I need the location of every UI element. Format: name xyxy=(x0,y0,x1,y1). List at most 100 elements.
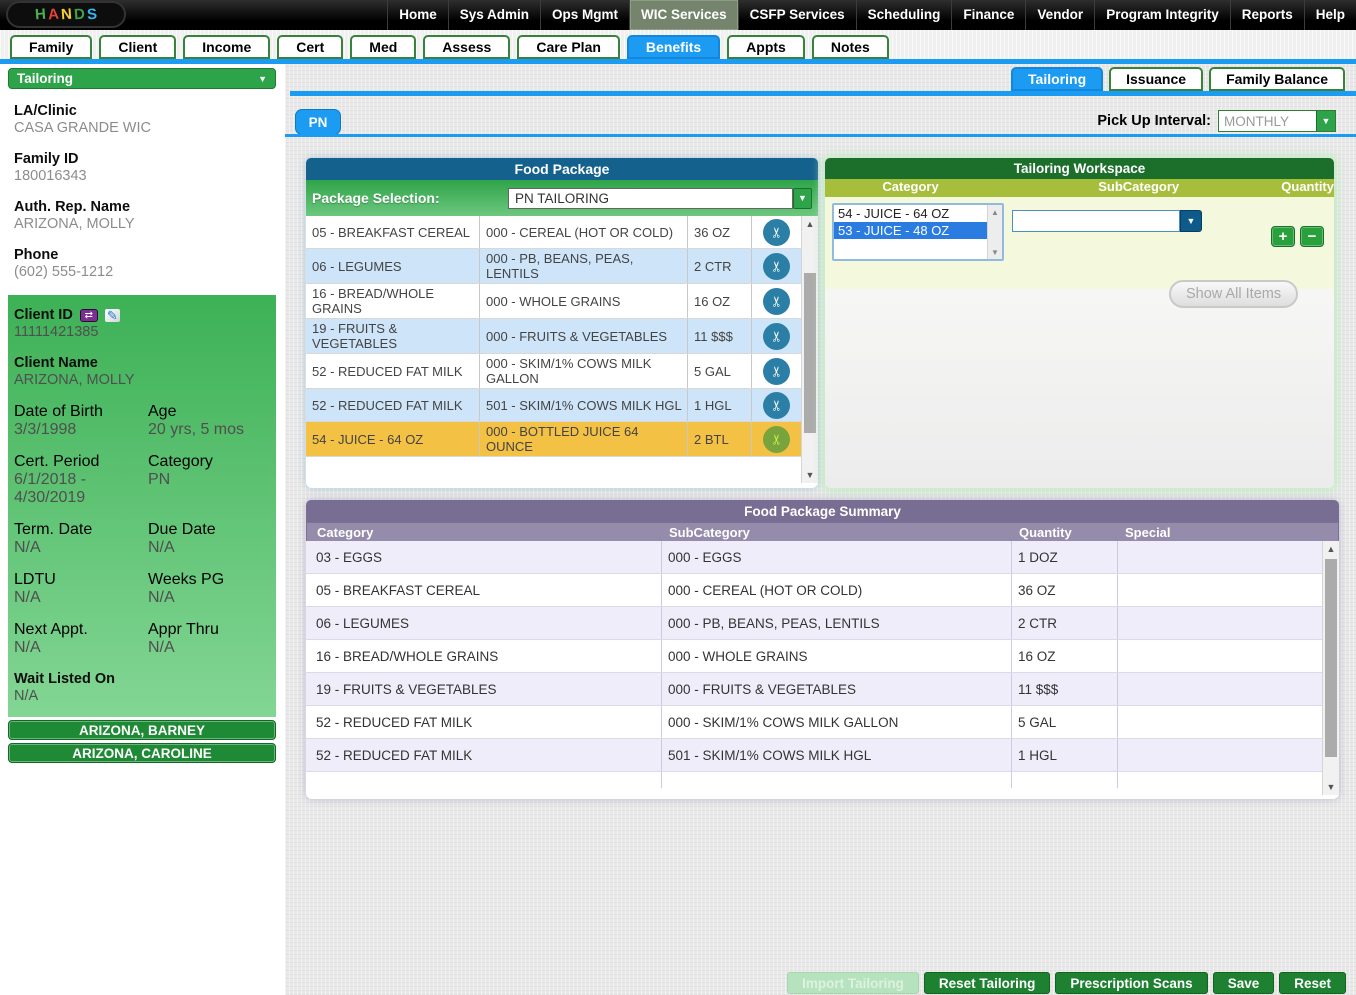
sum-quantity: 36 OZ xyxy=(1012,574,1118,606)
scroll-up-icon[interactable]: ▲ xyxy=(802,216,818,232)
food-package-row[interactable]: 05 - BREAKFAST CEREAL 000 - CEREAL (HOT … xyxy=(306,216,801,249)
food-package-row[interactable]: 06 - LEGUMES 000 - PB, BEANS, PEAS, LENT… xyxy=(306,249,801,284)
tab-care-plan[interactable]: Care Plan xyxy=(517,35,620,59)
scrollbar-thumb[interactable] xyxy=(804,273,816,433)
food-package-panel: Food Package Package Selection: PN TAILO… xyxy=(306,158,818,488)
tailor-scissors-button[interactable]: ✂ xyxy=(763,218,790,246)
summary-row-partial xyxy=(306,772,1322,788)
subtab-issuance[interactable]: Issuance xyxy=(1109,67,1204,91)
fp-subcategory: 000 - BOTTLED JUICE 64 OUNCE xyxy=(480,422,688,456)
scroll-up-icon[interactable]: ▲ xyxy=(1323,541,1339,557)
nav-csfp-services[interactable]: CSFP Services xyxy=(737,0,856,30)
tailor-scissors-button[interactable]: ✂ xyxy=(763,322,790,350)
tab-notes[interactable]: Notes xyxy=(811,35,889,59)
family-member-button-caroline[interactable]: ARIZONA, CAROLINE xyxy=(8,743,276,763)
tab-cert[interactable]: Cert xyxy=(277,35,344,59)
reset-button[interactable]: Reset xyxy=(1279,972,1346,994)
summary-row: 05 - BREAKFAST CEREAL 000 - CEREAL (HOT … xyxy=(306,574,1322,607)
sidebar-section-label: Tailoring xyxy=(17,71,73,86)
subtab-tailoring[interactable]: Tailoring xyxy=(1011,67,1104,91)
tailor-scissors-button[interactable]: ✂ xyxy=(763,252,790,280)
scroll-down-icon[interactable]: ▼ xyxy=(802,467,818,483)
tailor-scissors-button[interactable]: ✂ xyxy=(763,357,790,385)
due-date-value: N/A xyxy=(148,539,175,556)
tab-assess[interactable]: Assess xyxy=(423,35,511,59)
client-category-tab-pn[interactable]: PN xyxy=(295,109,341,135)
client-switch-icon[interactable]: ⇄ xyxy=(79,309,98,322)
edit-client-icon[interactable]: ✎ xyxy=(104,309,120,322)
fp-subcategory: 000 - SKIM/1% COWS MILK GALLON xyxy=(480,354,688,388)
workspace-subcategory-select[interactable]: ▼ xyxy=(1012,210,1202,232)
module-tab-strip: Family Client Income Cert Med Assess Car… xyxy=(0,30,1356,59)
prescription-scans-button[interactable]: Prescription Scans xyxy=(1055,972,1208,994)
subtab-family-balance[interactable]: Family Balance xyxy=(1209,67,1345,91)
fp-subcategory: 000 - FRUITS & VEGETABLES xyxy=(480,319,688,353)
nav-wic-services[interactable]: WIC Services xyxy=(629,0,738,30)
scroll-down-icon[interactable]: ▼ xyxy=(1323,779,1339,795)
sum-quantity: 1 HGL xyxy=(1012,739,1118,771)
quantity-increase-button[interactable]: + xyxy=(1271,226,1295,247)
food-package-scrollbar[interactable]: ▲ ▼ xyxy=(801,216,818,483)
chevron-down-icon[interactable]: ▼ xyxy=(1316,111,1335,131)
family-member-button-barney[interactable]: ARIZONA, BARNEY xyxy=(8,720,276,740)
sum-category: 05 - BREAKFAST CEREAL xyxy=(306,574,662,606)
nav-home[interactable]: Home xyxy=(387,0,448,30)
food-package-row[interactable]: 52 - REDUCED FAT MILK 000 - SKIM/1% COWS… xyxy=(306,354,801,389)
reset-tailoring-button[interactable]: Reset Tailoring xyxy=(923,972,1051,994)
nav-sys-admin[interactable]: Sys Admin xyxy=(447,0,540,30)
scroll-up-icon[interactable]: ▲ xyxy=(988,205,1002,219)
category-option[interactable]: 54 - JUICE - 64 OZ xyxy=(834,205,987,222)
sum-quantity: 11 $$$ xyxy=(1012,673,1118,705)
package-selection-select[interactable]: PN TAILORING ▼ xyxy=(508,187,812,209)
sum-category: 03 - EGGS xyxy=(306,541,662,573)
tab-med[interactable]: Med xyxy=(350,35,417,59)
logo-letter: D xyxy=(73,5,86,24)
tab-appts[interactable]: Appts xyxy=(727,35,805,59)
nav-help[interactable]: Help xyxy=(1303,0,1356,30)
subtab-underline xyxy=(290,91,1356,96)
nav-ops-mgmt[interactable]: Ops Mgmt xyxy=(540,0,629,30)
listbox-scrollbar[interactable]: ▲ ▼ xyxy=(987,205,1002,259)
tab-client[interactable]: Client xyxy=(99,35,177,59)
tab-benefits[interactable]: Benefits xyxy=(626,35,721,59)
nav-finance[interactable]: Finance xyxy=(951,0,1025,30)
chevron-down-icon[interactable]: ▼ xyxy=(793,187,812,209)
tab-family[interactable]: Family xyxy=(10,35,93,59)
food-package-row[interactable]: 16 - BREAD/WHOLE GRAINS 000 - WHOLE GRAI… xyxy=(306,284,801,319)
nav-scheduling[interactable]: Scheduling xyxy=(855,0,952,30)
phone-label: Phone xyxy=(14,247,59,263)
client-name-value: ARIZONA, MOLLY xyxy=(14,372,135,388)
package-selection-label: Package Selection: xyxy=(312,190,440,206)
food-package-table: 05 - BREAKFAST CEREAL 000 - CEREAL (HOT … xyxy=(306,216,801,457)
scroll-down-icon[interactable]: ▼ xyxy=(988,245,1002,259)
ldtu-label: LDTU xyxy=(14,571,56,588)
pickup-interval-select[interactable]: MONTHLY ▼ xyxy=(1218,110,1336,132)
summary-row: 16 - BREAD/WHOLE GRAINS 000 - WHOLE GRAI… xyxy=(306,640,1322,673)
nav-program-integrity[interactable]: Program Integrity xyxy=(1094,0,1230,30)
category-option-selected[interactable]: 53 - JUICE - 48 OZ xyxy=(834,222,987,239)
food-package-row[interactable]: 52 - REDUCED FAT MILK 501 - SKIM/1% COWS… xyxy=(306,389,801,422)
food-package-row[interactable]: 19 - FRUITS & VEGETABLES 000 - FRUITS & … xyxy=(306,319,801,354)
dob-value: 3/3/1998 xyxy=(14,421,77,438)
hands-logo[interactable]: H A N D S xyxy=(6,1,126,28)
fp-quantity: 36 OZ xyxy=(688,216,752,248)
sidebar-section-dropdown[interactable]: Tailoring ▼ xyxy=(8,68,276,89)
nav-reports[interactable]: Reports xyxy=(1229,0,1304,30)
age-value: 20 yrs, 5 mos xyxy=(148,421,245,438)
chevron-down-icon[interactable]: ▼ xyxy=(1180,210,1202,232)
fp-quantity: 1 HGL xyxy=(688,389,752,421)
tailor-scissors-button[interactable]: ✂ xyxy=(763,287,790,315)
quantity-decrease-button[interactable]: − xyxy=(1300,226,1324,247)
food-package-row-selected[interactable]: 54 - JUICE - 64 OZ 000 - BOTTLED JUICE 6… xyxy=(306,422,801,457)
tailor-scissors-button-active[interactable]: ✂ xyxy=(763,425,790,453)
nav-vendor[interactable]: Vendor xyxy=(1025,0,1094,30)
scrollbar-thumb[interactable] xyxy=(1325,559,1337,757)
tab-income[interactable]: Income xyxy=(183,35,271,59)
summary-scrollbar[interactable]: ▲ ▼ xyxy=(1322,541,1339,795)
tailor-scissors-button[interactable]: ✂ xyxy=(763,391,790,419)
workspace-category-listbox[interactable]: 54 - JUICE - 64 OZ 53 - JUICE - 48 OZ ▲ … xyxy=(832,203,1004,261)
show-all-items-button[interactable]: Show All Items xyxy=(1169,280,1299,308)
tailoring-workspace-panel: Tailoring Workspace Category SubCategory… xyxy=(825,158,1334,488)
sum-subcategory: 000 - FRUITS & VEGETABLES xyxy=(662,673,1012,705)
save-button[interactable]: Save xyxy=(1212,972,1275,994)
